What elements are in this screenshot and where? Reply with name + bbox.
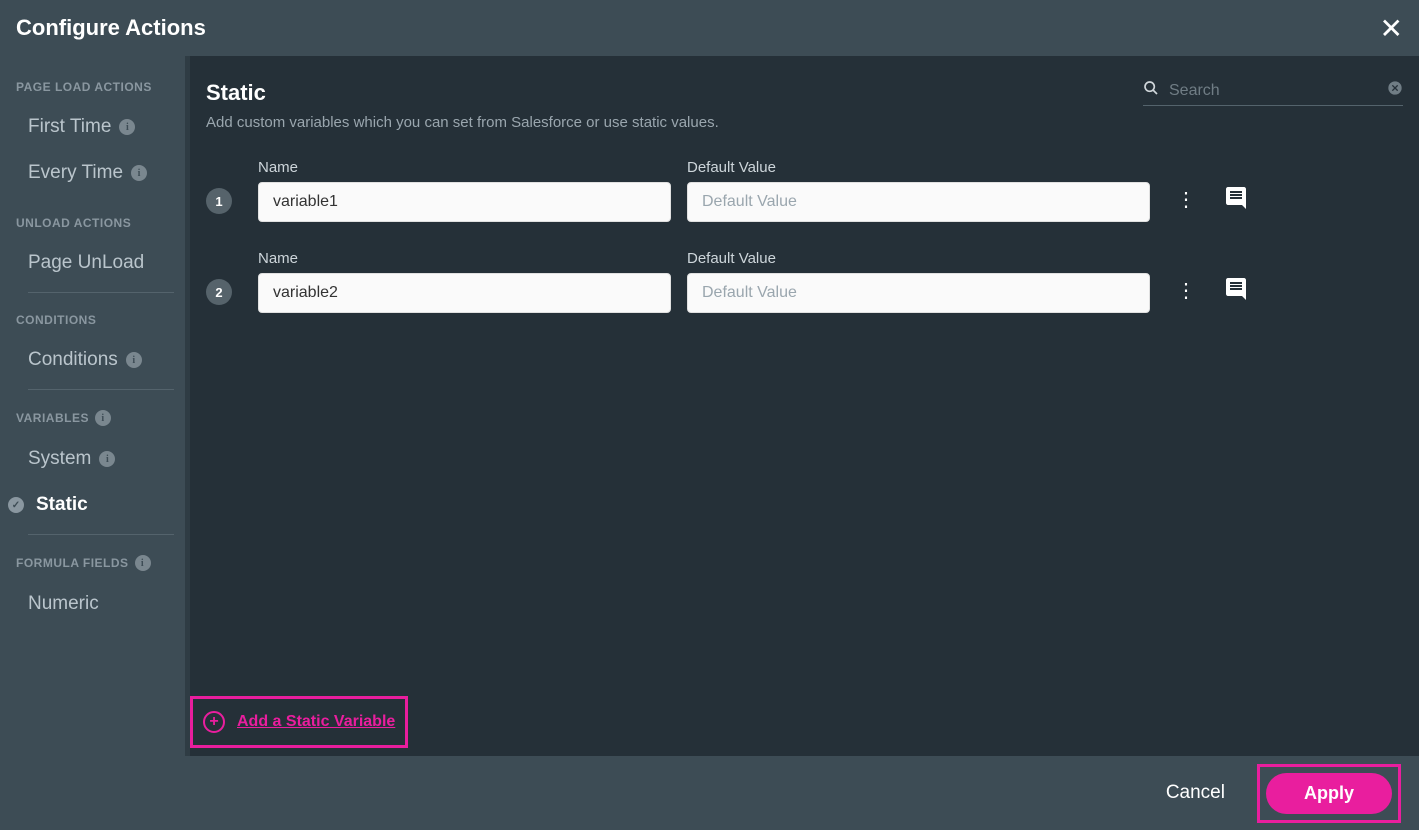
value-label: Default Value [687, 159, 1150, 176]
sidebar-group-conditions: CONDITIONS [0, 303, 190, 337]
plus-icon: + [203, 711, 225, 733]
sidebar-item-every-time[interactable]: Every Time i [0, 150, 190, 196]
sidebar-item-numeric[interactable]: Numeric [0, 581, 190, 627]
sidebar-item-label: Page UnLoad [28, 252, 144, 274]
apply-highlight: Apply [1257, 764, 1401, 823]
add-variable-label: Add a Static Variable [237, 713, 395, 731]
sidebar-item-label: Every Time [28, 162, 123, 184]
info-icon: i [135, 555, 151, 571]
add-static-variable-button[interactable]: + Add a Static Variable [203, 711, 395, 733]
sidebar-group-label: CONDITIONS [16, 313, 174, 327]
sidebar-group-label: FORMULA FIELDS i [16, 555, 174, 571]
value-field: Default Value [687, 250, 1150, 313]
info-icon: i [126, 352, 142, 368]
row-actions: ⋮ [1176, 185, 1248, 214]
info-icon: i [95, 410, 111, 426]
sidebar-group-unload: UNLOAD ACTIONS [0, 206, 190, 240]
page-title: Static [206, 80, 719, 106]
row-actions: ⋮ [1176, 276, 1248, 305]
divider [28, 534, 174, 535]
value-input[interactable] [687, 273, 1150, 313]
name-field: Name [258, 250, 671, 313]
sidebar-group-label: UNLOAD ACTIONS [16, 216, 174, 230]
variable-row: 1 Name Default Value ⋮ [206, 159, 1403, 222]
dialog-body: PAGE LOAD ACTIONS First Time i Every Tim… [0, 56, 1419, 756]
sidebar-item-system[interactable]: System i [0, 436, 190, 482]
sidebar-item-label: System [28, 448, 91, 470]
info-icon: i [99, 451, 115, 467]
search-icon [1143, 80, 1159, 101]
dialog-title: Configure Actions [16, 15, 206, 41]
page-subtitle: Add custom variables which you can set f… [206, 114, 719, 131]
dialog-footer: Cancel Apply [0, 756, 1419, 830]
value-field: Default Value [687, 159, 1150, 222]
sidebar-group-formula: FORMULA FIELDS i [0, 545, 190, 581]
info-icon: i [131, 165, 147, 181]
sidebar-item-first-time[interactable]: First Time i [0, 104, 190, 150]
variable-rows: 1 Name Default Value ⋮ 2 [206, 159, 1403, 313]
add-variable-highlight: + Add a Static Variable [190, 696, 408, 748]
name-field: Name [258, 159, 671, 222]
name-label: Name [258, 159, 671, 176]
sidebar-item-label: Conditions [28, 349, 118, 371]
comment-icon[interactable] [1224, 185, 1248, 214]
main-panel: Static Add custom variables which you ca… [190, 56, 1419, 756]
sidebar-group-variables: VARIABLES i [0, 400, 190, 436]
dialog-header: Configure Actions ✕ [0, 0, 1419, 56]
sidebar-group-page-load: PAGE LOAD ACTIONS [0, 70, 190, 104]
sidebar-group-label: VARIABLES i [16, 410, 174, 426]
sidebar-item-page-unload[interactable]: Page UnLoad [0, 240, 190, 286]
main-header-row: Static Add custom variables which you ca… [206, 80, 1403, 159]
sidebar-group-label-text: VARIABLES [16, 411, 89, 425]
search-field [1143, 80, 1403, 106]
value-input[interactable] [687, 182, 1150, 222]
sidebar-group-label: PAGE LOAD ACTIONS [16, 80, 174, 94]
divider [28, 389, 174, 390]
sidebar: PAGE LOAD ACTIONS First Time i Every Tim… [0, 56, 190, 756]
row-number-badge: 2 [206, 279, 232, 305]
variable-row: 2 Name Default Value ⋮ [206, 250, 1403, 313]
cancel-button[interactable]: Cancel [1166, 782, 1225, 804]
more-icon[interactable]: ⋮ [1176, 187, 1194, 212]
sidebar-item-label: Static [36, 494, 88, 516]
sidebar-item-conditions[interactable]: Conditions i [0, 337, 190, 383]
info-icon: i [119, 119, 135, 135]
sidebar-group-label-text: FORMULA FIELDS [16, 556, 129, 570]
name-label: Name [258, 250, 671, 267]
value-label: Default Value [687, 250, 1150, 267]
close-icon[interactable]: ✕ [1380, 12, 1403, 45]
comment-icon[interactable] [1224, 276, 1248, 305]
sidebar-item-label: Numeric [28, 593, 99, 615]
search-input[interactable] [1169, 82, 1377, 100]
row-number-badge: 1 [206, 188, 232, 214]
name-input[interactable] [258, 273, 671, 313]
name-input[interactable] [258, 182, 671, 222]
clear-icon[interactable] [1387, 80, 1403, 101]
sidebar-item-static[interactable]: Static [0, 482, 190, 528]
more-icon[interactable]: ⋮ [1176, 278, 1194, 303]
sidebar-item-label: First Time [28, 116, 111, 138]
apply-button[interactable]: Apply [1266, 773, 1392, 814]
divider [28, 292, 174, 293]
